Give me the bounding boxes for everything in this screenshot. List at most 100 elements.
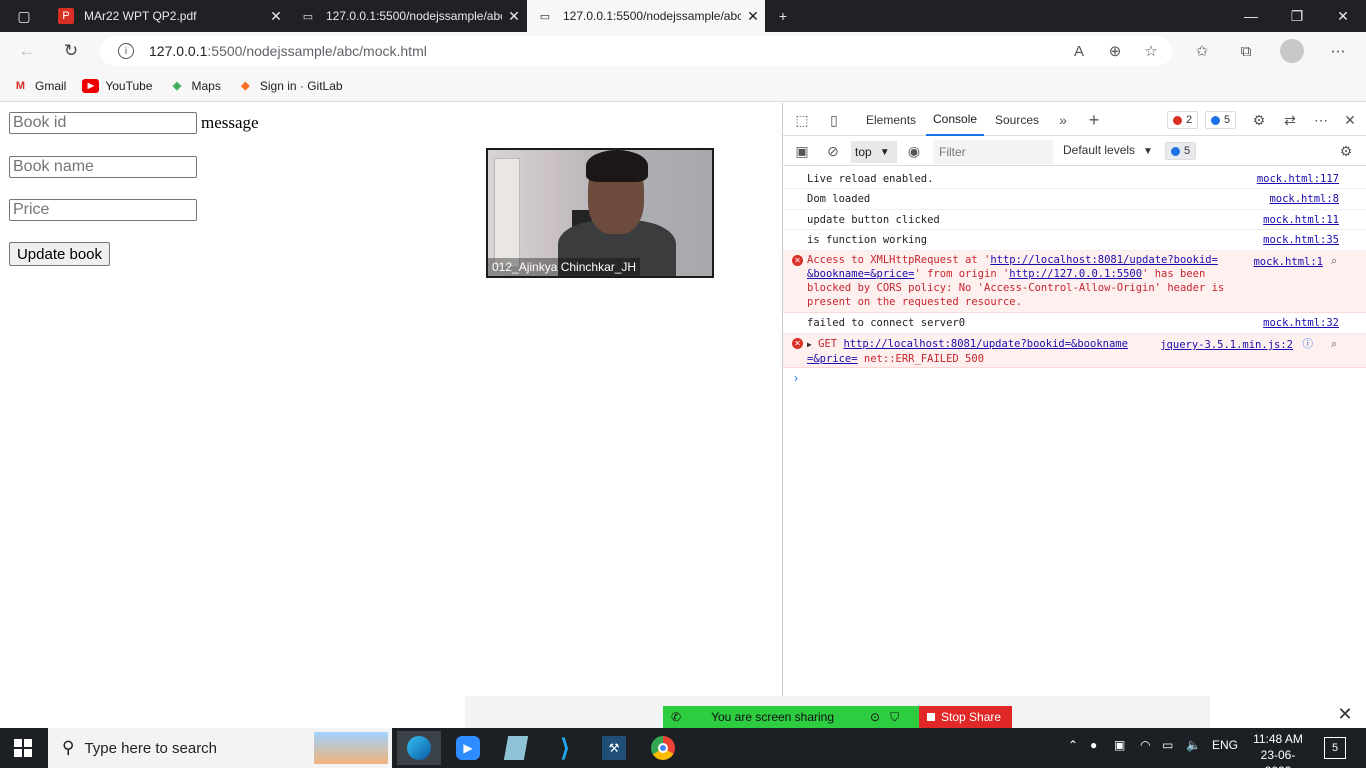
zoom-icon[interactable]: ⊕ — [1104, 40, 1126, 62]
error-url-link[interactable]: &bookname=&price= — [807, 268, 914, 280]
vscode-taskbar-icon[interactable]: ⟩ — [543, 731, 587, 765]
levels-label: Default levels — [1063, 143, 1136, 157]
network-info-icon[interactable]: ⓘ — [1303, 337, 1314, 351]
error-url-link[interactable]: =&price= — [807, 353, 858, 365]
shield-icon: ⛉ — [890, 709, 900, 724]
refresh-icon[interactable]: ↻ — [56, 36, 86, 66]
notification-center-icon[interactable]: 5 — [1324, 737, 1346, 759]
collections-icon[interactable]: ⧉ — [1235, 40, 1257, 62]
participant-figure — [586, 150, 648, 182]
wifi-icon[interactable]: ◠ — [1140, 738, 1150, 752]
tab-localhost-active[interactable]: ▭ 127.0.0.1:5500/nodejssample/abc ✕ — [527, 0, 765, 32]
book-id-input[interactable] — [9, 112, 197, 134]
book-name-input[interactable] — [9, 156, 197, 178]
show-hidden-icons-icon[interactable]: ⌃ — [1068, 738, 1078, 752]
messages-badge[interactable]: 5 — [1205, 111, 1237, 129]
page-icon: ▭ — [302, 10, 314, 23]
device-toolbar-icon[interactable]: ▯ — [823, 109, 845, 131]
volume-icon[interactable]: 🔈 — [1186, 738, 1201, 752]
bookmarks-bar: M Gmail ▶ YouTube ◈ Maps ◆ Sign in · Git… — [0, 70, 1366, 102]
maps-icon: ◈ — [172, 80, 182, 92]
issues-badge[interactable]: 5 — [1165, 142, 1197, 160]
error-origin-link[interactable]: http://127.0.0.1:5500 — [1009, 268, 1142, 280]
close-icon[interactable]: ✕ — [264, 8, 288, 25]
console-source-link[interactable]: mock.html:32 — [1263, 316, 1339, 330]
clear-console-icon[interactable]: ⊘ — [822, 140, 844, 162]
more-tabs-icon[interactable]: » — [1052, 109, 1074, 131]
chrome-taskbar-icon[interactable] — [641, 731, 685, 765]
console-source-link[interactable]: mock.html:8 — [1269, 192, 1339, 206]
tab-console[interactable]: Console — [926, 103, 985, 136]
profile-avatar[interactable] — [1280, 39, 1304, 63]
window-close-icon[interactable]: ✕ — [1320, 0, 1366, 32]
customize-icon[interactable]: ⇄ — [1279, 109, 1301, 131]
video-thumbnail[interactable]: 012_Ajinkya Chinchkar_JH — [486, 148, 714, 278]
address-bar[interactable]: i 127.0.0.1:5500/nodejssample/abc/mock.h… — [100, 36, 1172, 66]
close-devtools-icon[interactable]: ✕ — [1339, 109, 1361, 131]
participant-name: 012_Ajinkya Chinchkar_JH — [488, 258, 641, 276]
price-input[interactable] — [9, 199, 197, 221]
notes-icon — [503, 736, 529, 760]
battery-icon[interactable]: ▭ — [1162, 738, 1173, 752]
console-source-link[interactable]: jquery-3.5.1.min.js:2 — [1160, 338, 1293, 352]
bookmark-gmail[interactable]: M Gmail — [12, 79, 66, 93]
settings-gear-icon[interactable]: ⚙ — [1248, 109, 1270, 131]
taskbar-search-box[interactable]: ⚲ Type here to search — [48, 728, 392, 768]
console-toolbar: ▣ ⊘ top ▼ ◉ Default levels ▼ 5 ⚙ — [783, 137, 1366, 166]
info-icon[interactable]: i — [118, 43, 134, 59]
sidebar-toggle-icon[interactable]: ▣ — [791, 140, 813, 162]
console-source-link[interactable]: mock.html:35 — [1263, 233, 1339, 247]
stop-share-button[interactable]: Stop Share — [919, 706, 1012, 728]
favorites-icon[interactable]: ✩ — [1191, 40, 1213, 62]
tab-sources[interactable]: Sources — [995, 103, 1039, 136]
back-icon[interactable]: ← — [12, 36, 42, 66]
zoom-taskbar-icon[interactable]: ▶ — [446, 731, 490, 765]
clock-time: 11:48 AM — [1253, 732, 1303, 746]
tab-actions-icon[interactable]: ▢ — [0, 0, 48, 32]
console-settings-gear-icon[interactable]: ⚙ — [1335, 140, 1357, 162]
console-prompt-chevron-icon[interactable]: › — [794, 371, 798, 385]
update-book-button[interactable]: Update book — [9, 242, 110, 266]
error-url-link[interactable]: http://localhost:8081/update?bookid=&boo… — [843, 338, 1127, 350]
console-source-link[interactable]: mock.html:1 — [1253, 255, 1323, 269]
restore-icon[interactable]: ❐ — [1274, 0, 1320, 32]
errors-badge[interactable]: 2 — [1167, 111, 1199, 129]
bookmark-gitlab[interactable]: ◆ Sign in · GitLab — [237, 79, 342, 93]
clock[interactable]: 11:48 AM 23-06-2022 — [1248, 731, 1308, 779]
console-source-link[interactable]: mock.html:11 — [1263, 213, 1339, 227]
new-tab-icon[interactable]: + — [760, 0, 806, 32]
more-menu-icon[interactable]: ⋯ — [1327, 40, 1349, 62]
expand-triangle-icon[interactable]: ▶ — [807, 340, 812, 349]
tab-elements[interactable]: Elements — [866, 103, 916, 136]
console-filter-input[interactable] — [933, 140, 1053, 164]
windows-start-icon[interactable] — [14, 739, 32, 757]
notes-taskbar-icon[interactable] — [494, 731, 538, 765]
tab-pdf[interactable]: P MAr22 WPT QP2.pdf ✕ — [48, 0, 288, 32]
search-icon[interactable]: ⌕ — [1331, 254, 1337, 268]
minimize-icon[interactable]: — — [1228, 0, 1274, 32]
console-source-link[interactable]: mock.html:117 — [1257, 172, 1339, 186]
language-indicator[interactable]: ENG — [1212, 738, 1238, 752]
error-url-link[interactable]: http://localhost:8081/update?bookid= — [990, 254, 1218, 266]
live-expression-eye-icon[interactable]: ◉ — [903, 140, 925, 162]
close-icon[interactable]: ✕ — [1330, 704, 1360, 724]
log-levels-dropdown[interactable]: Default levels ▼ — [1063, 143, 1153, 157]
more-options-icon[interactable]: ⋯ — [1310, 109, 1332, 131]
context-selector[interactable]: top ▼ — [851, 141, 897, 163]
sql-taskbar-icon[interactable]: ⚒ — [592, 731, 636, 765]
tray-monitor-icon[interactable]: ▣ — [1114, 738, 1125, 752]
edge-taskbar-icon[interactable] — [397, 731, 441, 765]
tray-app-icon[interactable]: ● — [1090, 738, 1097, 752]
console-message: update button clicked — [807, 214, 940, 226]
read-aloud-icon[interactable]: A — [1068, 40, 1090, 62]
inspect-icon[interactable]: ⬚ — [791, 109, 813, 131]
pause-icon[interactable]: ⊙ — [870, 710, 880, 724]
bookmark-maps[interactable]: ◈ Maps — [169, 79, 221, 93]
bookmark-youtube[interactable]: ▶ YouTube — [82, 78, 153, 93]
bookmark-label: Gmail — [35, 78, 67, 93]
close-icon[interactable]: ✕ — [502, 8, 526, 25]
add-favorite-icon[interactable]: ☆ — [1140, 40, 1162, 62]
tab-localhost-1[interactable]: ▭ 127.0.0.1:5500/nodejssample/abc ✕ — [290, 0, 526, 32]
search-icon[interactable]: ⌕ — [1331, 337, 1337, 351]
add-tab-icon[interactable]: + — [1083, 109, 1105, 131]
